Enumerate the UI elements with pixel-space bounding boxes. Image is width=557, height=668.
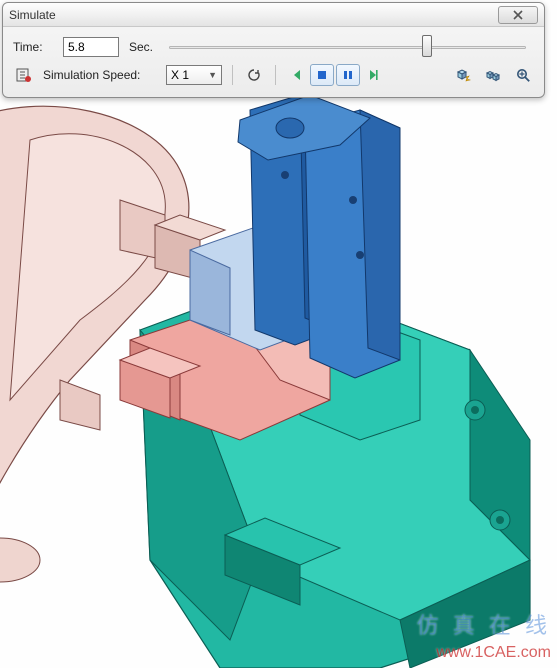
divider — [232, 65, 233, 85]
watermark-text-2: www.1CAE.com — [436, 644, 551, 662]
time-slider[interactable] — [169, 37, 526, 57]
step-back-button[interactable] — [286, 64, 308, 86]
pause-icon — [343, 70, 353, 80]
step-forward-icon — [367, 69, 379, 81]
stop-button[interactable] — [310, 64, 334, 86]
cad-viewport[interactable]: 仿 真 在 线 www.1CAE.com — [0, 0, 557, 668]
collision-check-1-button[interactable] — [452, 64, 474, 86]
chevron-down-icon: ▼ — [208, 70, 217, 80]
magnifier-icon — [515, 67, 531, 83]
zoom-fit-button[interactable] — [512, 64, 534, 86]
step-back-icon — [291, 69, 303, 81]
pause-button[interactable] — [336, 64, 360, 86]
time-input[interactable] — [63, 37, 119, 57]
time-row: Time: Sec. — [13, 33, 534, 61]
stop-icon — [317, 70, 327, 80]
dialog-titlebar[interactable]: Simulate — [3, 3, 544, 27]
playback-controls — [286, 64, 384, 86]
collision-check-2-button[interactable] — [482, 64, 504, 86]
speed-label: Simulation Speed: — [43, 68, 158, 82]
cube-pair-icon — [485, 67, 501, 83]
record-icon — [16, 67, 32, 83]
dialog-title: Simulate — [9, 8, 498, 22]
divider — [275, 65, 276, 85]
time-label: Time: — [13, 40, 55, 54]
slider-thumb[interactable] — [422, 35, 432, 57]
watermark-text-1: 仿 真 在 线 — [417, 608, 551, 640]
cube-spark-icon — [455, 67, 471, 83]
speed-value: X 1 — [171, 68, 189, 82]
close-button[interactable] — [498, 6, 538, 24]
slider-track — [169, 46, 526, 49]
refresh-icon — [247, 68, 261, 82]
time-unit: Sec. — [129, 40, 153, 54]
step-forward-button[interactable] — [362, 64, 384, 86]
speed-select[interactable]: X 1 ▼ — [166, 65, 222, 85]
refresh-button[interactable] — [243, 64, 265, 86]
record-button[interactable] — [13, 64, 35, 86]
simulate-dialog: Simulate Time: Sec. — [2, 2, 545, 98]
close-icon — [513, 10, 523, 20]
controls-row: Simulation Speed: X 1 ▼ — [13, 61, 534, 89]
